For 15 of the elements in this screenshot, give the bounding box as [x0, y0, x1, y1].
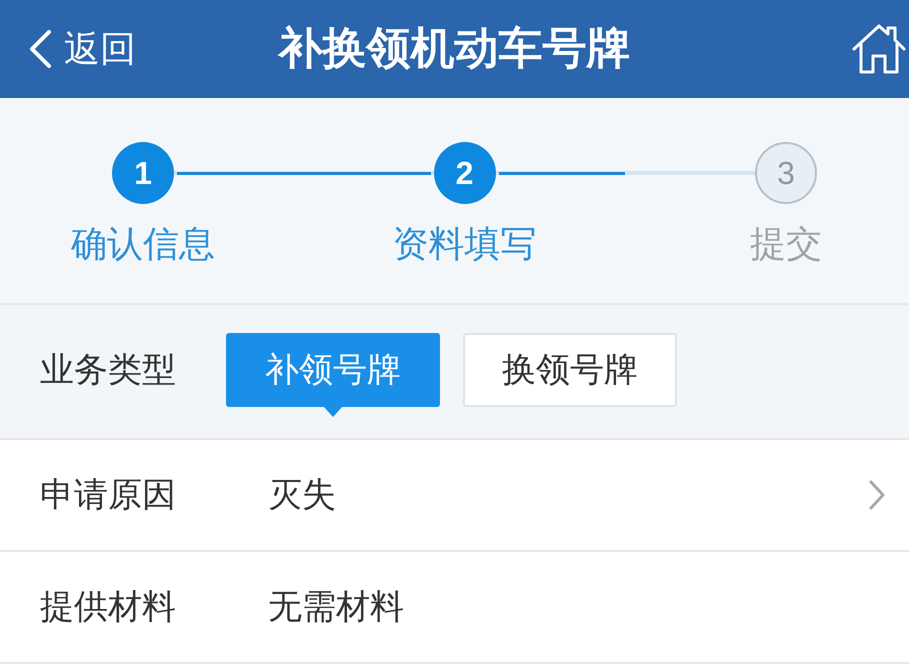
selection-pointer-icon	[324, 406, 342, 416]
back-button[interactable]: 返回	[28, 30, 136, 68]
field-value: 无需材料	[268, 590, 405, 624]
field-value: 灭失	[268, 478, 337, 512]
page-title: 补换领机动车号牌	[278, 27, 630, 71]
business-type-tab[interactable]: 换领号牌	[463, 332, 677, 406]
home-icon	[851, 23, 907, 75]
step-label: 提交	[750, 226, 822, 262]
step-label: 资料填写	[392, 226, 536, 262]
field-label: 提供材料	[40, 590, 177, 624]
back-chevron-icon	[28, 30, 52, 68]
business-type-label: 业务类型	[40, 352, 177, 386]
chevron-right-icon	[869, 480, 885, 510]
step-label: 确认信息	[71, 226, 215, 262]
field-label: 申请原因	[40, 478, 177, 512]
